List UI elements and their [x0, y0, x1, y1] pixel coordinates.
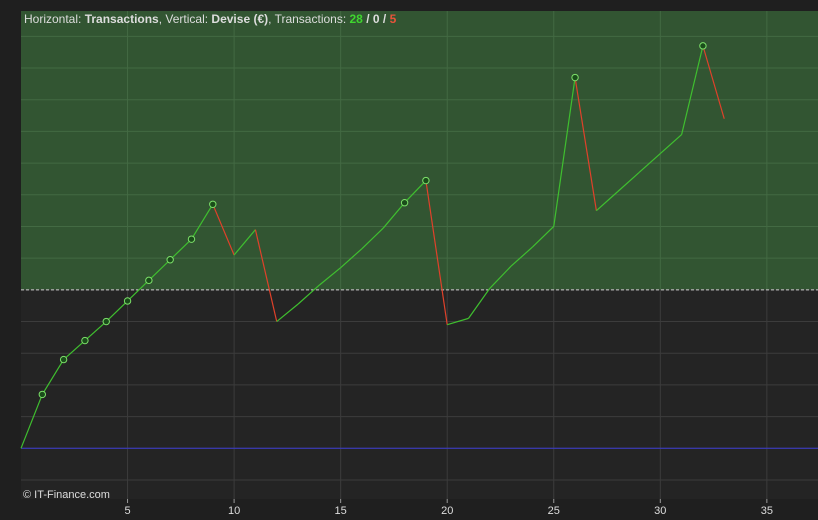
trade-marker: [81, 336, 89, 345]
trade-marker: [209, 200, 217, 208]
horizontal-value: Transactions: [85, 12, 159, 26]
trade-marker: [123, 297, 132, 305]
trade-marker: [145, 276, 153, 285]
gain-region: [21, 11, 818, 290]
trade-marker: [59, 355, 68, 364]
chart-header: Horizontal: Transactions, Vertical: Devi…: [24, 12, 397, 26]
trade-marker: [38, 390, 47, 399]
trade-marker: [699, 42, 707, 50]
x-tick-label: 20: [441, 505, 453, 515]
trade-marker: [571, 73, 579, 82]
x-tick-label: 10: [228, 505, 240, 515]
equity-chart: 5 10 15 20 25 30 35 Horizontal: Transactions, …: [0, 0, 818, 517]
trade-marker: [422, 176, 430, 185]
vertical-label: , Vertical:: [159, 12, 212, 26]
transactions-label: , Transactions:: [268, 12, 349, 26]
copyright-text: © IT-Finance.com: [23, 489, 110, 501]
separator-1: /: [363, 12, 373, 26]
trade-marker: [102, 317, 110, 326]
separator-2: /: [380, 12, 390, 26]
x-tick-label: 35: [761, 505, 773, 515]
trade-marker: [187, 235, 196, 243]
x-tick-label: 15: [335, 505, 347, 515]
losses-count: 5: [390, 12, 397, 26]
x-tick-label: 30: [654, 505, 666, 515]
chart-canvas: 5 10 15 20 25 30 35 Horizontal: Transactions, …: [0, 0, 818, 517]
x-tick-label: 25: [548, 505, 560, 515]
x-tick-label: 5: [124, 505, 130, 515]
horizontal-label: Horizontal:: [24, 12, 85, 26]
wins-count: 28: [350, 12, 364, 26]
vertical-value: Devise (€): [211, 12, 268, 26]
trade-marker: [400, 199, 409, 207]
trade-marker: [166, 256, 174, 264]
